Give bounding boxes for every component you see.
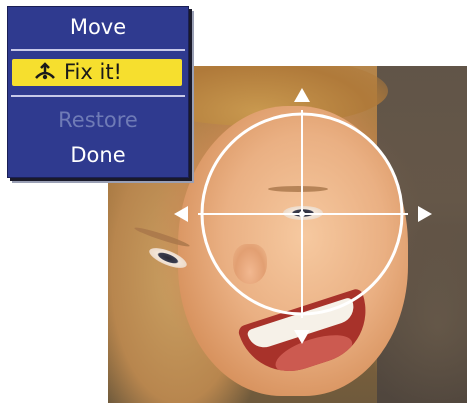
menu-item-fix-it-label: Fix it! [64,60,122,84]
menu-item-move[interactable]: Move [8,14,188,40]
arrow-right-icon[interactable] [418,206,432,222]
menu-item-restore: Restore [58,108,138,132]
menu-item-done[interactable]: Done [8,142,188,168]
crosshair-center-dot [299,211,305,217]
menu-item-fix-it[interactable]: Fix it! [12,59,182,86]
arrow-down-icon[interactable] [294,330,310,344]
retouch-wand-icon [35,62,55,80]
menu-separator [11,95,185,97]
edit-menu: Move Fix it! Restore Done [7,6,189,178]
arrow-up-icon[interactable] [294,88,310,102]
arrow-left-icon[interactable] [174,206,188,222]
menu-separator [11,49,185,51]
